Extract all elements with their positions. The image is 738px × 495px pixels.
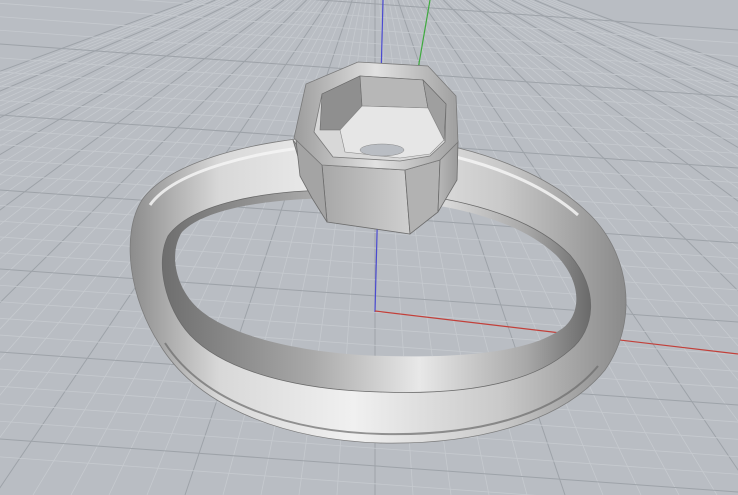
bezel-seat-wall-back: [359, 75, 429, 109]
bezel-through-hole: [359, 143, 405, 157]
grid-line: [0, 457, 738, 495]
3d-viewport[interactable]: [0, 0, 738, 495]
grid-line: [0, 456, 537, 495]
viewport-canvas[interactable]: [0, 0, 738, 495]
